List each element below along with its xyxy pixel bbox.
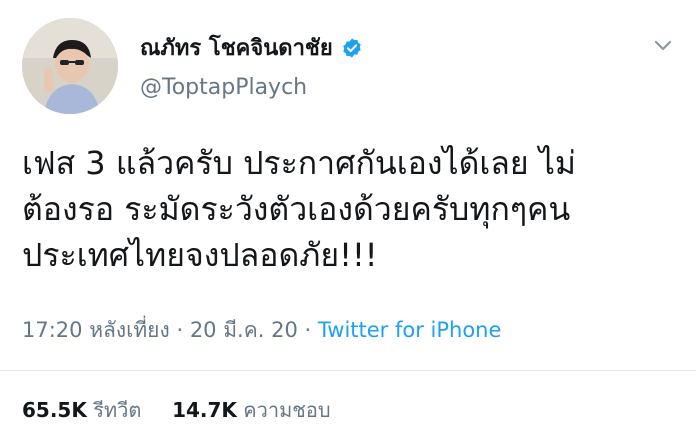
like-count: 14.7K bbox=[172, 398, 237, 422]
avatar[interactable] bbox=[22, 18, 118, 114]
tweet-stats: 65.5K รีทวีต 14.7K ความชอบ bbox=[22, 394, 331, 426]
likes-stat[interactable]: 14.7K ความชอบ bbox=[172, 398, 331, 422]
display-name[interactable]: ณภัทร โชคจินดาชัย bbox=[140, 30, 333, 65]
retweets-stat[interactable]: 65.5K รีทวีต bbox=[22, 398, 148, 422]
tweet-date[interactable]: 20 มี.ค. 20 bbox=[190, 318, 298, 342]
chevron-down-icon[interactable] bbox=[651, 33, 675, 57]
verified-badge-icon bbox=[341, 37, 363, 59]
tweet-text-line: เฟส 3 แล้วครับ ประกาศกันเองได้เลย ไม่ bbox=[22, 144, 577, 182]
meta-separator: · bbox=[176, 318, 184, 342]
retweet-label: รีทวีต bbox=[93, 398, 142, 422]
like-label: ความชอบ bbox=[243, 398, 331, 422]
tweet-time[interactable]: 17:20 หลังเที่ยง bbox=[22, 318, 170, 342]
tweet-meta: 17:20 หลังเที่ยง · 20 มี.ค. 20 · Twitter… bbox=[22, 314, 501, 347]
avatar-image bbox=[22, 18, 118, 114]
retweet-count: 65.5K bbox=[22, 398, 87, 422]
author-name-row[interactable]: ณภัทร โชคจินดาชัย bbox=[140, 30, 363, 65]
meta-separator: · bbox=[304, 318, 312, 342]
tweet-text-line: ประเทศไทยจงปลอดภัย!!! bbox=[22, 236, 378, 274]
tweet-text-line: ต้องรอ ระมัดระวังตัวเองด้วยครับทุกๆคน bbox=[22, 190, 571, 228]
divider bbox=[0, 370, 696, 371]
user-handle[interactable]: @ToptapPlaych bbox=[140, 75, 307, 100]
tweet-text: เฟส 3 แล้วครับ ประกาศกันเองได้เลย ไม่ ต้… bbox=[22, 140, 682, 278]
tweet-source-link[interactable]: Twitter for iPhone bbox=[318, 318, 502, 342]
